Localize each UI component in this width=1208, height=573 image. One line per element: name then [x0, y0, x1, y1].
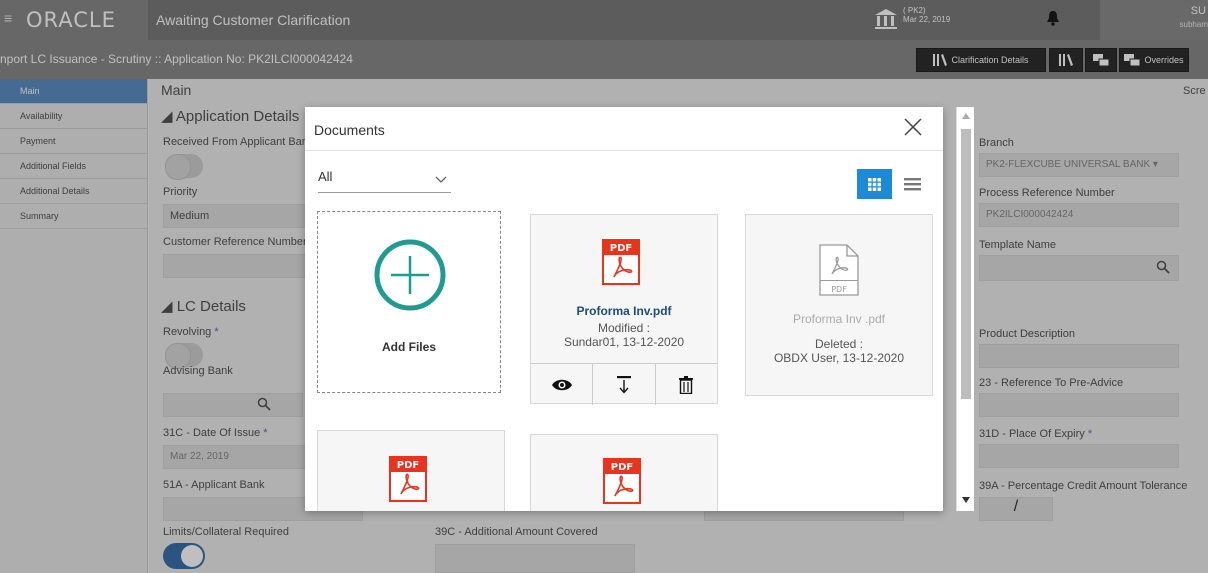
- file-actions: [531, 363, 717, 405]
- modal-scrollbar[interactable]: [956, 107, 974, 511]
- add-circle-icon: [374, 239, 446, 311]
- file-status: Modified :: [597, 321, 651, 335]
- pdf-icon: PDF: [389, 456, 427, 502]
- svg-text:PDF: PDF: [831, 285, 847, 294]
- pdf-icon: PDF: [819, 244, 859, 296]
- documents-modal: Documents All Add Files PDF Proforma Inv…: [305, 107, 943, 511]
- file-deleted-by: OBDX User, 13-12-2020: [773, 351, 905, 365]
- modal-title: Documents: [314, 122, 385, 138]
- scroll-up-icon[interactable]: [962, 113, 970, 119]
- file-modified-by: Sundar01, 13-12-2020: [563, 335, 685, 349]
- view-button[interactable]: [531, 364, 594, 405]
- download-button[interactable]: [593, 364, 656, 405]
- close-icon[interactable]: [903, 117, 923, 137]
- file-name: Proforma Inv.pdf: [576, 304, 672, 318]
- file-name: Proforma Inv .pdf: [792, 312, 886, 326]
- svg-text:PDF: PDF: [611, 462, 633, 473]
- file-card-deleted[interactable]: PDF Proforma Inv .pdf Deleted : OBDX Use…: [745, 214, 933, 396]
- file-card[interactable]: PDF: [317, 430, 505, 511]
- svg-text:PDF: PDF: [397, 460, 419, 471]
- file-card[interactable]: PDF Proforma Inv.pdf Modified : Sundar01…: [530, 214, 718, 405]
- pdf-icon: PDF: [602, 239, 640, 285]
- trash-icon: [679, 375, 694, 394]
- chevron-down-icon: [435, 176, 447, 183]
- grid-view-button[interactable]: [857, 169, 892, 199]
- modal-header: Documents: [305, 107, 943, 151]
- file-status: Deleted :: [814, 337, 864, 351]
- scrollbar-thumb[interactable]: [961, 129, 971, 399]
- filter-value: All: [318, 169, 333, 184]
- delete-button[interactable]: [656, 364, 717, 405]
- file-card[interactable]: PDF: [530, 434, 718, 511]
- list-view-icon[interactable]: [902, 173, 924, 195]
- add-files-label: Add Files: [381, 340, 436, 354]
- svg-text:PDF: PDF: [610, 243, 632, 254]
- pdf-icon: PDF: [603, 458, 641, 504]
- grid-icon: [868, 177, 881, 191]
- add-files-card[interactable]: Add Files: [317, 211, 501, 393]
- document-filter-select[interactable]: All: [318, 169, 451, 193]
- eye-icon: [551, 379, 572, 390]
- download-icon: [616, 375, 631, 394]
- scroll-down-icon[interactable]: [962, 497, 970, 503]
